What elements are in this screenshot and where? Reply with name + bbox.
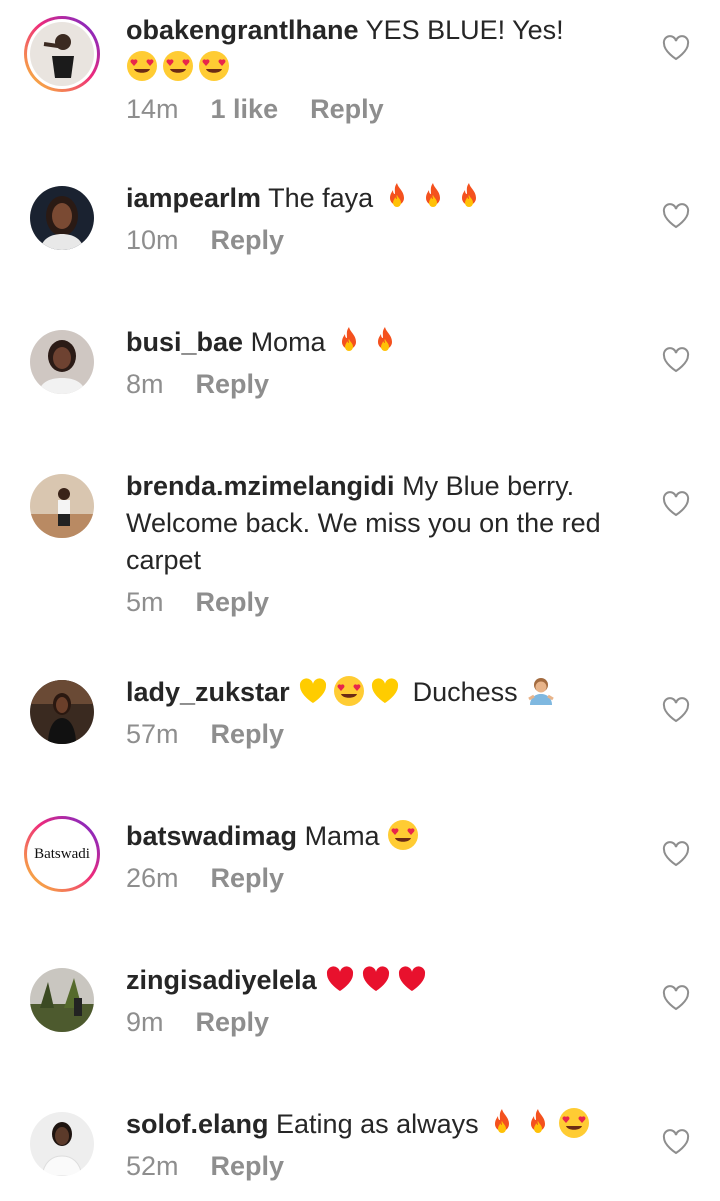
like-heart-icon[interactable] (662, 841, 690, 867)
reply-button[interactable]: Reply (211, 719, 285, 750)
heart-eyes-emoji-icon (162, 50, 194, 82)
comment-username[interactable]: batswadimag (126, 821, 297, 851)
red-heart-emoji-icon (396, 963, 428, 995)
comment-body: The faya (268, 183, 374, 213)
fire-emoji-icon (417, 181, 449, 213)
avatar-image (30, 330, 94, 394)
comment-username[interactable]: solof.elang (126, 1109, 269, 1139)
avatar-image (30, 474, 94, 538)
reply-button[interactable]: Reply (196, 369, 270, 400)
comment-body: Mama (304, 821, 380, 851)
comment-text: solof.elang Eating as always (126, 1106, 626, 1143)
comment-time: 5m (126, 587, 164, 617)
avatar[interactable] (30, 968, 94, 1032)
reply-button[interactable]: Reply (196, 1007, 270, 1038)
comment-username[interactable]: lady_zukstar (126, 677, 290, 707)
comment-username[interactable]: brenda.mzimelangidi (126, 471, 395, 501)
comment-username[interactable]: iampearlm (126, 183, 261, 213)
fire-emoji-icon (486, 1107, 518, 1139)
comment-time: 57m (126, 719, 179, 749)
avatar[interactable] (30, 330, 94, 394)
comment-body: Eating as always (276, 1109, 479, 1139)
avatar-image (30, 1112, 94, 1176)
comment-text: brenda.mzimelangidi My Blue berry. Welco… (126, 468, 626, 579)
avatar[interactable] (30, 680, 94, 744)
heart-eyes-emoji-icon (387, 819, 419, 851)
yellow-heart-emoji-icon (297, 675, 329, 707)
avatar[interactable]: Batswadi (24, 816, 100, 892)
comment-text: obakengrantlhane YES BLUE! Yes! (126, 12, 626, 86)
comment-likes[interactable]: 1 like (211, 94, 279, 125)
comment-username[interactable]: zingisadiyelela (126, 965, 317, 995)
reply-button[interactable]: Reply (211, 1151, 285, 1182)
like-heart-icon[interactable] (662, 203, 690, 229)
reply-button[interactable]: Reply (211, 225, 285, 256)
comment-meta: 26m Reply (126, 863, 626, 894)
avatar-image (30, 968, 94, 1032)
red-heart-emoji-icon (360, 963, 392, 995)
comment-time: 8m (126, 369, 164, 399)
comment-meta: 9m Reply (126, 1007, 626, 1038)
comment-text: busi_bae Moma (126, 324, 626, 361)
comment-meta: 57m Reply (126, 719, 626, 750)
reply-button[interactable]: Reply (196, 587, 270, 618)
comment-meta: 5m Reply (126, 587, 626, 618)
like-heart-icon[interactable] (662, 347, 690, 373)
avatar-image (30, 186, 94, 250)
comment-text: batswadimag Mama (126, 818, 626, 855)
comment-text: lady_zukstar Duchess (126, 674, 626, 711)
avatar-logo-text: Batswadi (30, 822, 94, 886)
comment-time: 10m (126, 225, 179, 255)
avatar[interactable] (30, 186, 94, 250)
comment-meta: 14m 1 like Reply (126, 94, 626, 125)
comment-username[interactable]: busi_bae (126, 327, 243, 357)
comment-body: YES BLUE! Yes! (365, 15, 564, 45)
comment-time: 9m (126, 1007, 164, 1037)
like-heart-icon[interactable] (662, 697, 690, 723)
person-shrugging-emoji-icon (525, 675, 557, 707)
like-heart-icon[interactable] (662, 985, 690, 1011)
fire-emoji-icon (522, 1107, 554, 1139)
red-heart-emoji-icon (324, 963, 356, 995)
comment-time: 26m (126, 863, 179, 893)
heart-eyes-emoji-icon (198, 50, 230, 82)
heart-eyes-emoji-icon (558, 1107, 590, 1139)
avatar[interactable] (30, 1112, 94, 1176)
like-heart-icon[interactable] (662, 1129, 690, 1155)
avatar-image (30, 680, 94, 744)
comment-time: 52m (126, 1151, 179, 1181)
fire-emoji-icon (453, 181, 485, 213)
yellow-heart-emoji-icon (369, 675, 401, 707)
fire-emoji-icon (333, 325, 365, 357)
comment-text: iampearlm The faya (126, 180, 626, 217)
reply-button[interactable]: Reply (310, 94, 384, 125)
comment-meta: 8m Reply (126, 369, 626, 400)
comment-meta: 52m Reply (126, 1151, 626, 1182)
like-heart-icon[interactable] (662, 491, 690, 517)
avatar[interactable] (24, 16, 100, 92)
comment-meta: 10m Reply (126, 225, 626, 256)
comment-time: 14m (126, 94, 179, 124)
fire-emoji-icon (381, 181, 413, 213)
comment-text: zingisadiyelela (126, 962, 626, 999)
fire-emoji-icon (369, 325, 401, 357)
comment-body: Duchess (412, 677, 518, 707)
like-heart-icon[interactable] (662, 35, 690, 61)
heart-eyes-emoji-icon (333, 675, 365, 707)
heart-eyes-emoji-icon (126, 50, 158, 82)
comment-username[interactable]: obakengrantlhane (126, 15, 359, 45)
avatar-image (30, 22, 94, 86)
comment-body: Moma (250, 327, 326, 357)
reply-button[interactable]: Reply (211, 863, 285, 894)
avatar[interactable] (30, 474, 94, 538)
